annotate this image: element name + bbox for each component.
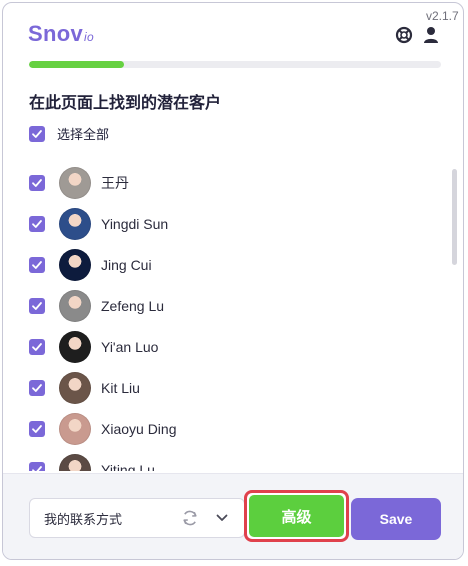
check-icon — [32, 425, 42, 433]
prospect-name: Yiting Lu — [101, 462, 155, 471]
scrollbar[interactable] — [452, 169, 457, 265]
prospect-row[interactable]: Xiaoyu Ding — [29, 412, 177, 446]
check-icon — [32, 179, 42, 187]
check-icon — [32, 129, 42, 138]
prospect-row[interactable]: Jing Cui — [29, 248, 152, 282]
prospect-name: 王丹 — [101, 175, 129, 191]
user-icon[interactable] — [421, 25, 441, 45]
avatar — [59, 167, 91, 199]
chevron-down-icon[interactable] — [212, 508, 232, 528]
extension-popup: Snovio v2.1.7 在此页面上找到的潜在客户 选择全部 王丹 Yingd… — [2, 2, 464, 560]
prospect-checkbox[interactable] — [29, 380, 45, 396]
footer: 我的联系方式 高级 Save — [3, 473, 463, 559]
snovio-logo: Snovio — [28, 21, 94, 46]
check-icon — [32, 466, 42, 471]
advanced-button-label: 高级 — [249, 495, 344, 537]
prospect-checkbox[interactable] — [29, 175, 45, 191]
prospect-checkbox[interactable] — [29, 339, 45, 355]
prospect-row[interactable]: Yi'an Luo — [29, 330, 158, 364]
select-all-checkbox[interactable] — [29, 125, 45, 142]
prospect-name: Jing Cui — [101, 257, 152, 273]
check-icon — [32, 302, 42, 310]
prospect-name: Yingdi Sun — [101, 216, 169, 232]
prospect-row[interactable]: Zefeng Lu — [29, 289, 164, 323]
prospect-name: Xiaoyu Ding — [101, 421, 177, 437]
prospect-checkbox[interactable] — [29, 298, 45, 314]
prospect-checkbox[interactable] — [29, 462, 45, 471]
select-all-label: 选择全部 — [57, 128, 110, 143]
avatar — [59, 249, 91, 281]
version-label: v2.1.7 — [426, 9, 459, 23]
prospect-name: Yi'an Luo — [101, 339, 159, 355]
check-icon — [32, 261, 42, 269]
prospect-row[interactable]: Yiting Lu — [29, 453, 155, 471]
check-icon — [32, 220, 42, 228]
select-all-row[interactable]: 选择全部 — [29, 124, 109, 143]
prospect-list: 王丹 Yingdi Sun Jing Cui Zefeng Lu Yi'an Luo Ki… — [3, 161, 463, 471]
page-title: 在此页面上找到的潜在客户 — [29, 93, 222, 112]
prospect-row[interactable]: Yingdi Sun — [29, 207, 168, 241]
header: Snovio v2.1.7 — [3, 3, 463, 73]
advanced-button[interactable]: 高级 — [244, 490, 349, 542]
avatar — [59, 331, 91, 363]
prospect-name: Zefeng Lu — [101, 298, 165, 314]
prospect-checkbox[interactable] — [29, 421, 45, 437]
avatar — [59, 372, 91, 404]
progress-bar — [29, 61, 441, 68]
dropdown-label: 我的联系方式 — [44, 512, 123, 528]
prospect-name: Kit Liu — [101, 380, 140, 396]
prospect-checkbox[interactable] — [29, 216, 45, 232]
avatar — [59, 208, 91, 240]
check-icon — [32, 343, 42, 351]
prospect-row[interactable]: 王丹 — [29, 166, 129, 200]
avatar — [59, 413, 91, 445]
avatar — [59, 454, 91, 471]
avatar — [59, 290, 91, 322]
save-button[interactable]: Save — [351, 498, 441, 540]
refresh-icon[interactable] — [180, 508, 200, 528]
contact-list-dropdown[interactable]: 我的联系方式 — [29, 498, 245, 538]
prospect-row[interactable]: Kit Liu — [29, 371, 140, 405]
help-lifebuoy-icon[interactable] — [394, 25, 414, 45]
check-icon — [32, 384, 42, 392]
prospect-checkbox[interactable] — [29, 257, 45, 273]
progress-fill — [29, 61, 124, 68]
